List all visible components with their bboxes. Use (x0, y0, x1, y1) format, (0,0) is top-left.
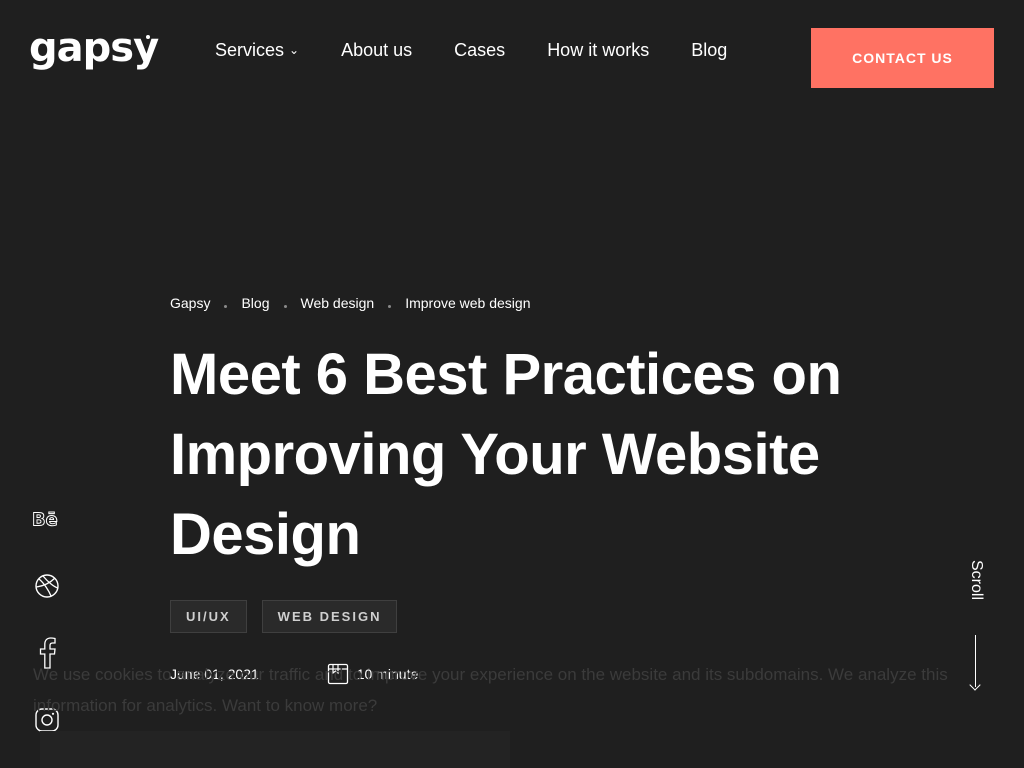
gapsy-logo[interactable]: gapsy (29, 26, 159, 70)
nav-item-services[interactable]: Services ⌄ (215, 38, 299, 62)
article-title: Meet 6 Best Practices on Improving Your … (170, 342, 842, 567)
breadcrumb: Gapsy Blog Web design Improve web design (170, 294, 530, 312)
chevron-down-icon: ⌄ (289, 43, 300, 57)
nav-item-cases[interactable]: Cases (454, 38, 505, 62)
scroll-indicator[interactable]: Scroll (958, 560, 994, 691)
svg-text:Bē: Bē (32, 510, 58, 531)
nav-item-blog[interactable]: Blog (691, 38, 727, 62)
breadcrumb-current-page: Improve web design (405, 295, 531, 311)
instagram-icon[interactable] (32, 705, 62, 735)
logo-dot (146, 35, 150, 39)
main-nav: Services ⌄ About us Cases How it works Bl… (215, 38, 769, 62)
nav-item-about-us[interactable]: About us (341, 38, 412, 62)
scroll-label: Scroll (968, 560, 985, 601)
breadcrumb-web-design[interactable]: Web design (301, 294, 375, 312)
tag-web-design[interactable]: WEB DESIGN (261, 600, 398, 633)
article-tags: UI/UX WEB DESIGN (170, 600, 398, 633)
breadcrumb-gapsy[interactable]: Gapsy (170, 294, 210, 312)
arrow-down-icon (969, 679, 981, 691)
book-icon (327, 663, 348, 685)
breadcrumb-separator (388, 304, 392, 308)
nav-item-how-it-works[interactable]: How it works (547, 38, 649, 62)
article-read-time: 10 minute (356, 666, 419, 682)
cookie-accept-area (40, 731, 510, 768)
article-meta: June 01, 2021 10 minute (170, 662, 418, 686)
facebook-icon[interactable] (32, 634, 62, 670)
behance-icon[interactable]: Bē (32, 504, 62, 534)
contact-us-button[interactable]: CONTACT US (811, 28, 994, 88)
site-header: gapsy Services ⌄ About us Cases How it wo… (0, 0, 1024, 110)
cookie-banner: We use cookies to analyze our traffic an… (0, 645, 1024, 768)
nav-item-services-label: Services (215, 40, 285, 60)
tag-ui-ux[interactable]: UI/UX (170, 600, 247, 633)
dribbble-icon[interactable] (32, 571, 62, 601)
breadcrumb-separator (224, 304, 228, 308)
breadcrumb-blog[interactable]: Blog (241, 294, 269, 312)
breadcrumb-separator (283, 304, 287, 308)
article-date: June 01, 2021 (170, 666, 259, 682)
